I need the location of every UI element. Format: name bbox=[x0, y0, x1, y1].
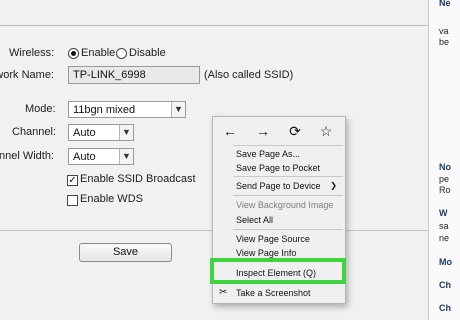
ssid-hint: (Also called SSID) bbox=[204, 69, 294, 81]
help-text: Ch bbox=[439, 280, 451, 290]
help-text: No bbox=[439, 162, 451, 172]
scissors-icon: ✂ bbox=[219, 287, 228, 298]
wireless-label: Wireless: bbox=[9, 47, 55, 59]
menu-separator bbox=[233, 229, 343, 230]
enable-radio[interactable] bbox=[68, 48, 79, 59]
help-text: Ch bbox=[439, 303, 451, 313]
menu-separator bbox=[233, 145, 343, 146]
channel-value: Auto bbox=[73, 127, 96, 139]
help-text: Ne bbox=[439, 0, 451, 8]
divider bbox=[0, 25, 428, 26]
forward-arrow-icon[interactable]: → bbox=[254, 122, 272, 140]
menu-item-view-page-source[interactable]: View Page Source bbox=[236, 234, 310, 244]
ssid-broadcast-checkbox[interactable]: ✓ bbox=[67, 175, 78, 186]
help-text: sa bbox=[439, 221, 449, 231]
help-text: pe bbox=[439, 174, 450, 184]
menu-item-save-page-as[interactable]: Save Page As... bbox=[236, 149, 300, 159]
chevron-right-icon: ❯ bbox=[330, 181, 337, 190]
menu-item-view-page-info[interactable]: View Page Info bbox=[236, 248, 296, 258]
mode-select[interactable]: 11bgn mixed ▼ bbox=[68, 101, 186, 118]
channel-width-select[interactable]: Auto ▼ bbox=[68, 148, 134, 165]
menu-item-send-page-to-device[interactable]: Send Page to Device bbox=[236, 181, 321, 191]
save-button[interactable]: Save bbox=[79, 243, 172, 262]
menu-item-select-all[interactable]: Select All bbox=[236, 215, 273, 225]
menu-item-view-background-image: View Background Image bbox=[236, 200, 334, 210]
network-name-label-box: Wireless Network Name: bbox=[0, 68, 54, 84]
back-arrow-icon[interactable]: ← bbox=[221, 122, 239, 140]
reload-icon[interactable]: ⟳ bbox=[286, 122, 304, 140]
network-name-label: Wireless Network Name: bbox=[0, 69, 54, 81]
menu-separator bbox=[233, 195, 343, 196]
disable-radio[interactable] bbox=[116, 48, 127, 59]
help-text: W bbox=[439, 208, 448, 218]
channel-width-label-box: Channel Width: bbox=[0, 149, 54, 165]
wds-label: Enable WDS bbox=[80, 193, 143, 205]
mode-label: Mode: bbox=[25, 103, 56, 115]
channel-width-label: Channel Width: bbox=[0, 150, 54, 162]
mode-value: 11bgn mixed bbox=[73, 104, 136, 116]
wds-checkbox[interactable] bbox=[67, 195, 78, 206]
help-text: Ro bbox=[439, 185, 451, 195]
context-menu-navbar: ← → ⟳ ☆ bbox=[213, 117, 345, 145]
disable-radio-label: Disable bbox=[129, 47, 166, 59]
menu-separator bbox=[233, 176, 343, 177]
chevron-down-icon: ▼ bbox=[171, 102, 185, 117]
ssid-input[interactable] bbox=[68, 66, 200, 84]
ssid-broadcast-label: Enable SSID Broadcast bbox=[80, 173, 196, 185]
highlight-box bbox=[210, 258, 346, 284]
channel-label: Channel: bbox=[12, 126, 57, 138]
help-panel: Ne va be No pe Ro W sa ne Mo Ch Ch bbox=[428, 0, 460, 320]
chevron-down-icon: ▼ bbox=[119, 125, 133, 140]
bookmark-star-icon[interactable]: ☆ bbox=[317, 122, 335, 140]
channel-width-value: Auto bbox=[73, 151, 96, 163]
menu-item-take-screenshot[interactable]: Take a Screenshot bbox=[236, 288, 311, 298]
chevron-down-icon: ▼ bbox=[119, 149, 133, 164]
channel-select[interactable]: Auto ▼ bbox=[68, 124, 134, 141]
menu-item-save-to-pocket[interactable]: Save Page to Pocket bbox=[236, 163, 320, 173]
help-text: va bbox=[439, 26, 449, 36]
help-text: Mo bbox=[439, 257, 452, 267]
help-text: be bbox=[439, 37, 450, 47]
help-text: ne bbox=[439, 233, 450, 243]
enable-radio-label: Enable bbox=[81, 47, 116, 59]
